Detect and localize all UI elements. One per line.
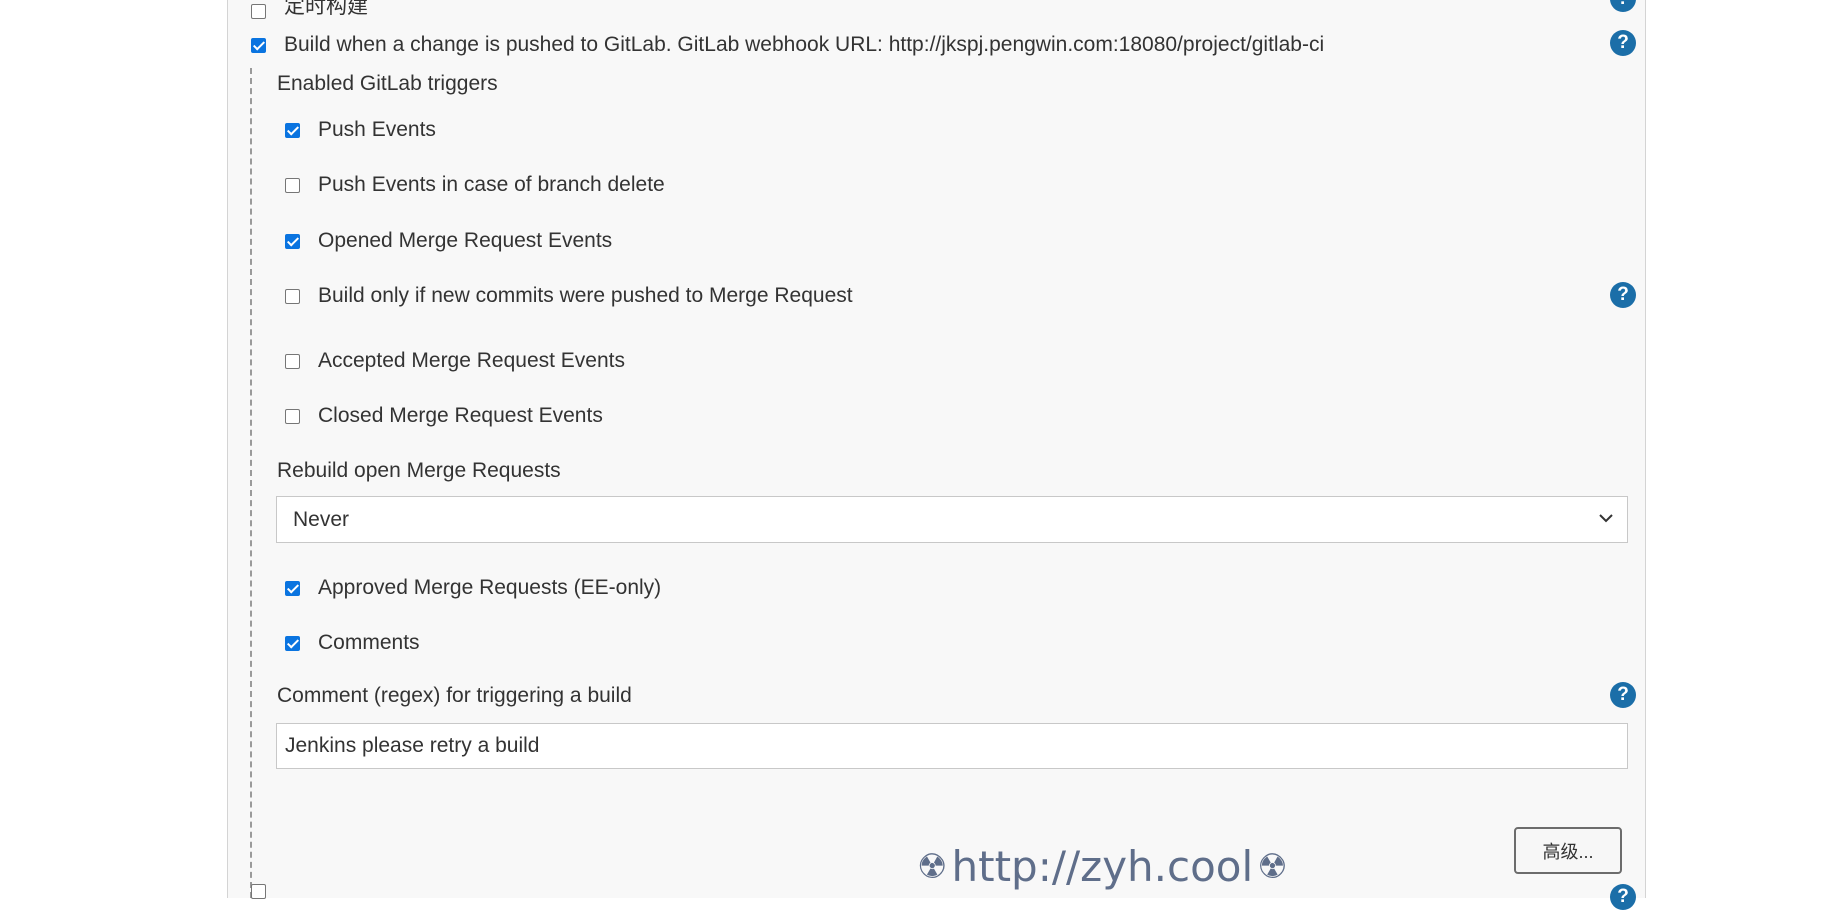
- closed-mr-checkbox[interactable]: [285, 408, 300, 424]
- gitlab-push-trigger-label: Build when a change is pushed to GitLab.…: [284, 33, 1325, 56]
- new-commits-mr-label: Build only if new commits were pushed to…: [318, 284, 853, 307]
- accepted-mr-label: Accepted Merge Request Events: [318, 349, 626, 372]
- advanced-button[interactable]: 高级...: [1514, 827, 1622, 874]
- push-events-label: Push Events: [318, 118, 436, 141]
- comment-regex-value: Jenkins please retry a build: [285, 734, 540, 757]
- new-commits-mr-checkbox[interactable]: [285, 288, 300, 304]
- trigger-closed-mr[interactable]: Closed Merge Request Events: [285, 404, 603, 428]
- watermark-text: http://zyh.cool: [951, 842, 1254, 891]
- opened-mr-label: Opened Merge Request Events: [318, 229, 613, 252]
- help-icon[interactable]: ?: [1610, 884, 1636, 910]
- rebuild-mr-selected-value: Never: [293, 507, 350, 531]
- help-icon[interactable]: ?: [1610, 682, 1636, 708]
- comments-label: Comments: [318, 631, 420, 654]
- opened-mr-checkbox[interactable]: [285, 233, 300, 249]
- trigger-accepted-mr[interactable]: Accepted Merge Request Events: [285, 349, 625, 373]
- scheduled-build-checkbox[interactable]: [251, 3, 266, 19]
- rebuild-mr-label: Rebuild open Merge Requests: [277, 459, 561, 482]
- closed-mr-label: Closed Merge Request Events: [318, 404, 603, 427]
- comment-regex-input[interactable]: Jenkins please retry a build: [276, 723, 1628, 769]
- radiation-icon: ☢: [1257, 846, 1288, 887]
- help-icon[interactable]: ?: [1610, 282, 1636, 308]
- push-branch-delete-checkbox[interactable]: [285, 177, 300, 193]
- help-icon[interactable]: ?: [1610, 30, 1636, 56]
- push-events-checkbox[interactable]: [285, 122, 300, 138]
- comment-regex-label: Comment (regex) for triggering a build: [277, 684, 632, 707]
- gitlab-push-trigger-option[interactable]: Build when a change is pushed to GitLab.…: [251, 33, 1324, 57]
- trigger-opened-mr[interactable]: Opened Merge Request Events: [285, 229, 612, 253]
- nested-options-divider: [250, 68, 252, 898]
- next-option-partial[interactable]: [251, 884, 266, 899]
- scheduled-build-option[interactable]: 定时构建: [251, 0, 368, 26]
- rebuild-mr-select[interactable]: Never: [276, 496, 1628, 543]
- watermark: ☢ http://zyh.cool ☢: [917, 842, 1288, 891]
- enabled-triggers-heading: Enabled GitLab triggers: [277, 72, 498, 95]
- trigger-new-commits-mr[interactable]: Build only if new commits were pushed to…: [285, 284, 853, 308]
- comments-checkbox[interactable]: [285, 635, 300, 651]
- approved-mr-checkbox[interactable]: [285, 580, 300, 596]
- trigger-comments[interactable]: Comments: [285, 631, 420, 655]
- approved-mr-label: Approved Merge Requests (EE-only): [318, 576, 662, 599]
- trigger-push-branch-delete[interactable]: Push Events in case of branch delete: [285, 173, 665, 197]
- gitlab-push-trigger-checkbox[interactable]: [251, 37, 266, 53]
- next-option-checkbox[interactable]: [251, 884, 266, 899]
- scheduled-build-label: 定时构建: [284, 0, 368, 18]
- radiation-icon: ☢: [917, 846, 948, 887]
- trigger-approved-mr[interactable]: Approved Merge Requests (EE-only): [285, 576, 661, 600]
- accepted-mr-checkbox[interactable]: [285, 353, 300, 369]
- push-branch-delete-label: Push Events in case of branch delete: [318, 173, 665, 196]
- chevron-down-icon: [1599, 514, 1613, 523]
- trigger-push-events[interactable]: Push Events: [285, 118, 436, 142]
